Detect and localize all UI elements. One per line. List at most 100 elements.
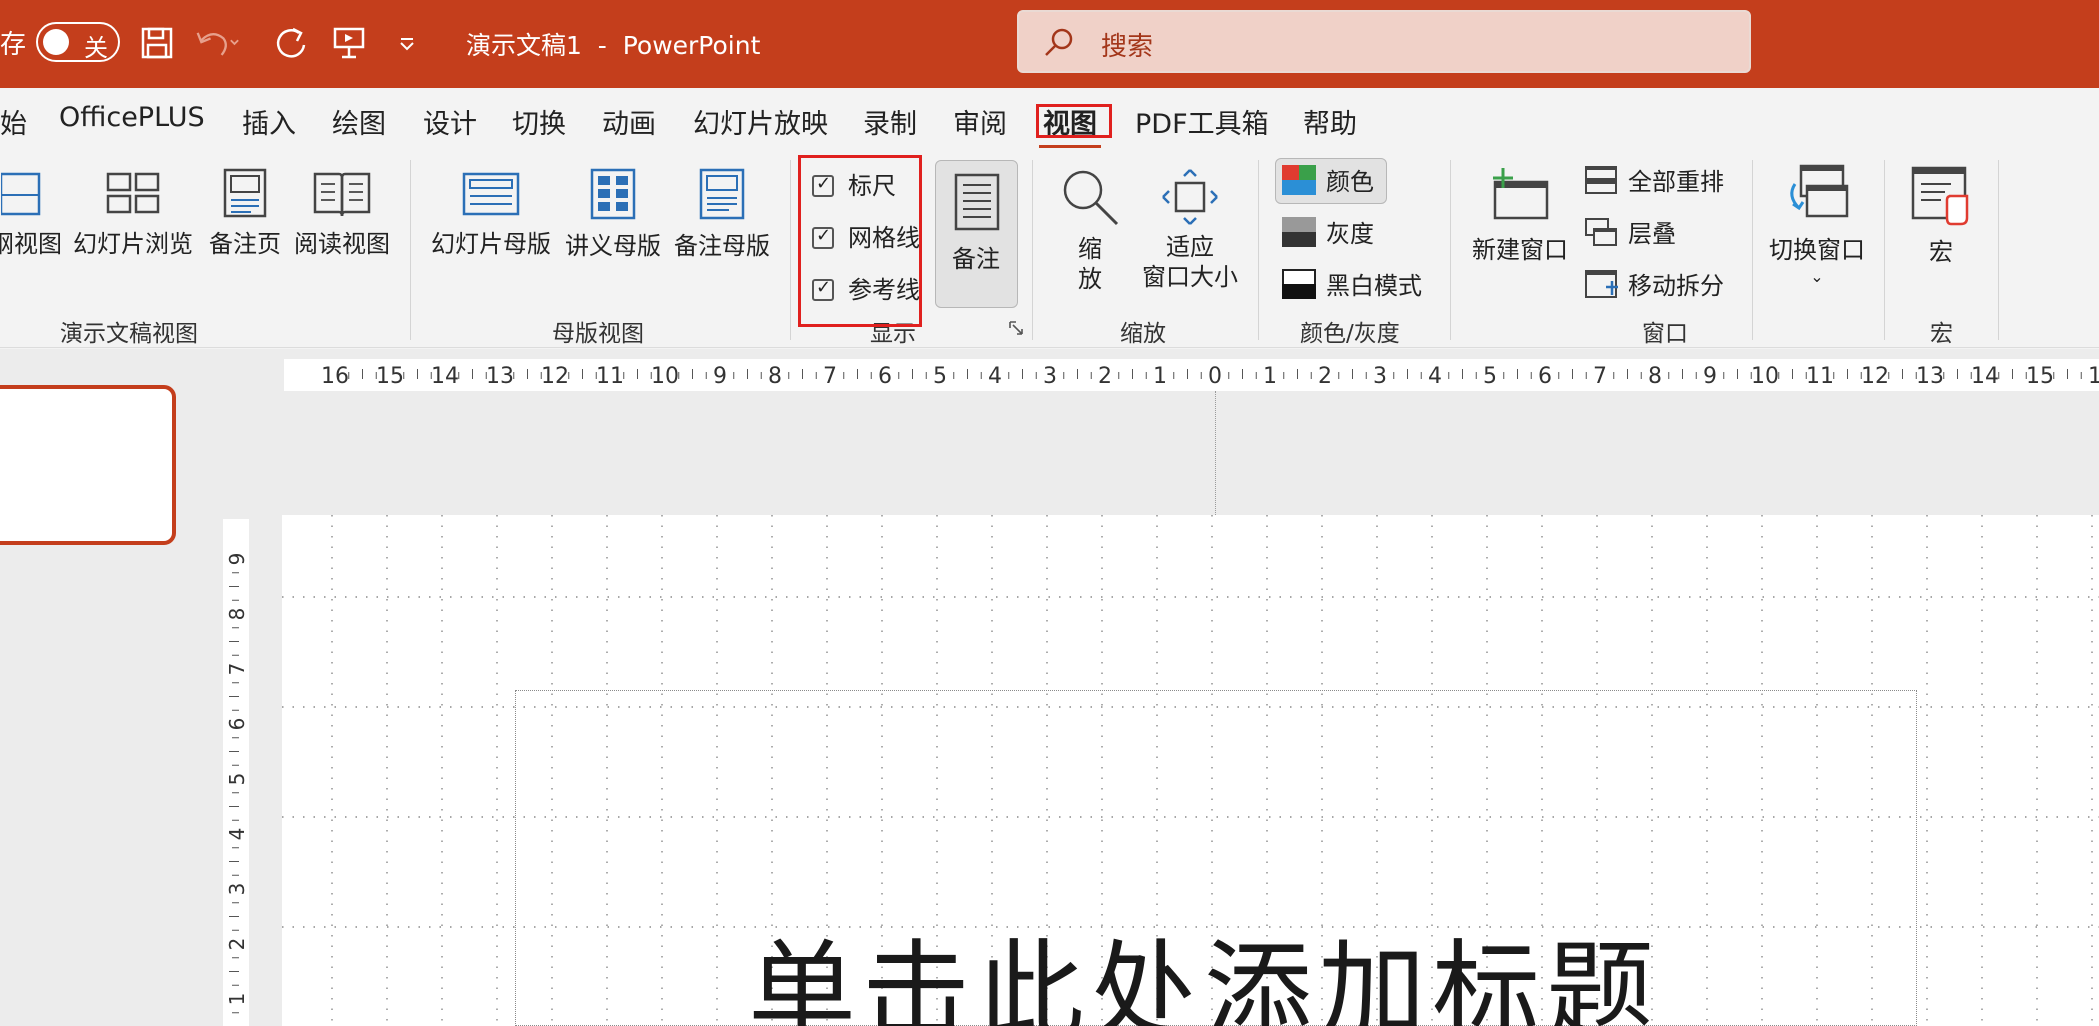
tab-officeplus[interactable]: OfficePLUS: [59, 102, 205, 133]
ruler-label: 5: [1483, 364, 1497, 389]
autosave-toggle[interactable]: 关: [36, 22, 120, 62]
group-label-master-views: 母版视图: [552, 321, 644, 347]
ruler-label: 13: [486, 364, 514, 389]
group-divider: [1884, 160, 1885, 340]
handout-master-icon: [590, 168, 636, 220]
ruler-label: 11: [596, 364, 624, 389]
customize-toolbar-icon[interactable]: [384, 20, 430, 66]
ruler-label: 6: [1538, 364, 1552, 389]
slide-master-button[interactable]: 幻灯片母版: [428, 168, 554, 259]
reading-view-icon: [313, 172, 371, 217]
notes-master-label: 备注母版: [674, 232, 770, 260]
ruler-label: 4: [1428, 364, 1442, 389]
group-divider: [1032, 160, 1033, 340]
title-placeholder-text[interactable]: 单击此处添加标题: [748, 905, 1660, 1026]
color-button-overlay[interactable]: 颜色: [1282, 162, 1374, 197]
redo-icon[interactable]: [268, 20, 314, 66]
tab-pdf-toolbox[interactable]: PDF工具箱: [1135, 102, 1269, 141]
ruler-label: 15: [376, 364, 404, 389]
grayscale-label: 灰度: [1326, 220, 1374, 248]
tab-animations[interactable]: 动画: [602, 102, 656, 141]
ruler-label: 7: [823, 364, 837, 389]
ruler-label: 8: [1648, 364, 1662, 389]
ruler-label: 1: [1153, 364, 1167, 389]
outline-view-button[interactable]: 纲视图: [0, 168, 62, 259]
present-from-beginning-icon[interactable]: [326, 20, 372, 66]
new-window-button[interactable]: 新建窗口: [1468, 166, 1572, 265]
tab-review[interactable]: 审阅: [953, 102, 1007, 141]
vertical-ruler[interactable]: 9 8 7 6 5 4 3 2 1: [223, 519, 249, 1026]
macros-button[interactable]: 宏: [1906, 166, 1976, 267]
ruler-label: 11: [1806, 364, 1834, 389]
ruler-label: 9: [225, 553, 249, 566]
cascade-button[interactable]: 层叠: [1584, 214, 1676, 249]
horizontal-ruler-ticks: 16 15 14 13 12 11 10 9 8 7 6 5 4 3 2 1 0 1 2 3 4 5 6 7 8 9 10 11 12 1…: [321, 364, 2099, 389]
outline-view-label: 纲视图: [0, 230, 62, 258]
ruler-label: 7: [225, 663, 249, 676]
vertical-ruler-ticks: 9 8 7 6 5 4 3 2 1: [225, 553, 249, 1014]
slide-thumbnail[interactable]: [0, 385, 176, 545]
undo-icon[interactable]: [194, 20, 240, 66]
toggle-knob: [43, 29, 69, 55]
fit-to-window-button[interactable]: 适应 窗口大小: [1140, 168, 1240, 292]
slide-sorter-button[interactable]: 幻灯片浏览: [72, 168, 194, 259]
group-divider: [410, 160, 411, 340]
tab-slideshow[interactable]: 幻灯片放映: [693, 102, 828, 141]
tab-record[interactable]: 录制: [863, 102, 917, 141]
tab-transitions[interactable]: 切换: [512, 102, 566, 141]
ruler-label: 6: [225, 718, 249, 731]
save-icon[interactable]: [134, 20, 180, 66]
group-divider: [1450, 160, 1451, 340]
ruler-label: 4: [988, 364, 1002, 389]
magnifier-icon: [1063, 170, 1119, 226]
search-box[interactable]: 搜索: [1017, 10, 1751, 73]
show-dialog-launcher-icon[interactable]: [1008, 320, 1024, 340]
switch-window-button[interactable]: 切换窗口 ⌄: [1762, 164, 1872, 286]
notes-master-icon: [699, 168, 745, 220]
group-divider: [1998, 160, 1999, 340]
black-white-label: 黑白模式: [1326, 272, 1422, 300]
group-label-color-grayscale: 颜色/灰度: [1300, 321, 1400, 347]
ruler-label: 6: [878, 364, 892, 389]
tab-home[interactable]: 始: [0, 102, 27, 141]
ruler-label: 8: [768, 364, 782, 389]
ruler-label: 8: [225, 608, 249, 621]
ruler-label: 9: [1703, 364, 1717, 389]
notes-page-button[interactable]: 备注页: [205, 168, 285, 259]
tab-design[interactable]: 设计: [423, 102, 477, 141]
group-divider: [1752, 160, 1753, 340]
move-split-button[interactable]: 移动拆分: [1584, 266, 1724, 301]
ruler-label: 5: [933, 364, 947, 389]
tab-help[interactable]: 帮助: [1303, 102, 1357, 141]
ruler-label: 12: [541, 364, 569, 389]
grayscale-button[interactable]: 灰度: [1282, 214, 1374, 249]
horizontal-ruler[interactable]: 16 15 14 13 12 11 10 9 8 7 6 5 4 3 2 1 0 1 2 3 4 5 6 7 8 9 10 11 12 1…: [284, 359, 2099, 391]
ruler-label: 15: [2026, 364, 2054, 389]
zoom-button[interactable]: 缩放: [1052, 166, 1128, 294]
tab-insert[interactable]: 插入: [242, 102, 296, 141]
vertical-guide-line[interactable]: [1215, 391, 1216, 515]
title-bar: 存 关 演示文稿1 - PowerPoint 搜索: [0, 0, 2099, 88]
notes-button[interactable]: 备注: [935, 160, 1018, 308]
ruler-label: 2: [1098, 364, 1112, 389]
ruler-label: 16: [321, 364, 349, 389]
arrange-all-button[interactable]: 全部重排: [1584, 162, 1724, 197]
group-divider: [1258, 160, 1259, 340]
black-white-button[interactable]: 黑白模式: [1282, 266, 1422, 301]
handout-master-button[interactable]: 讲义母版: [562, 168, 664, 261]
arrange-all-label: 全部重排: [1628, 168, 1724, 196]
black-white-icon: [1282, 268, 1316, 299]
show-group-annotation-box: [798, 155, 922, 327]
tab-draw[interactable]: 绘图: [332, 102, 386, 141]
ruler-label: 2: [1318, 364, 1332, 389]
group-label-macros: 宏: [1930, 321, 1953, 347]
notes-master-button[interactable]: 备注母版: [670, 168, 774, 261]
ruler-label: 1: [225, 993, 249, 1006]
reading-view-button[interactable]: 阅读视图: [290, 168, 394, 259]
zoom-label: 缩放: [1078, 235, 1102, 293]
cascade-icon: [1585, 217, 1617, 246]
ruler-label: 14: [431, 364, 459, 389]
macros-label: 宏: [1929, 238, 1953, 266]
ruler-label: 10: [1751, 364, 1779, 389]
ribbon: 纲视图 幻灯片浏览 备注页 阅读视图 演示文稿视图 幻灯片母版 讲义母版 备注母…: [0, 148, 2099, 348]
